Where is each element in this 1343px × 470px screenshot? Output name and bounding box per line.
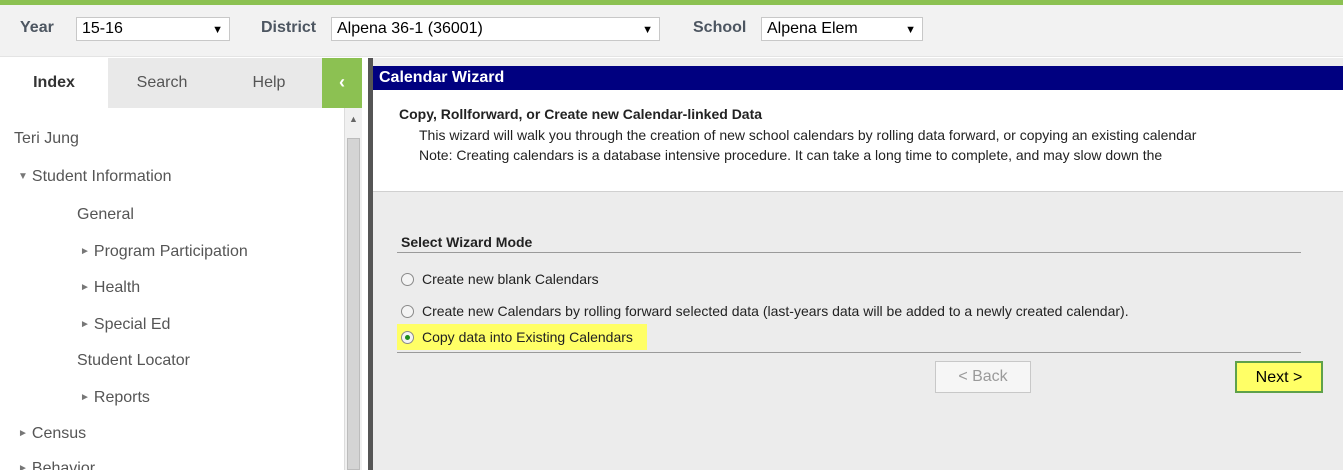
tree-item-health[interactable]: ► Health bbox=[80, 279, 140, 297]
tree-item-student-locator[interactable]: Student Locator bbox=[77, 352, 190, 370]
section-divider bbox=[397, 252, 1301, 253]
radio-button[interactable] bbox=[401, 305, 414, 318]
chevron-down-icon: ▼ bbox=[212, 24, 223, 36]
tab-index[interactable]: Index bbox=[0, 58, 108, 108]
tree-item-student-information[interactable]: ▼ Student Information bbox=[18, 168, 172, 186]
expanded-triangle-icon: ▼ bbox=[18, 171, 28, 182]
radio-button-selected[interactable] bbox=[401, 331, 414, 344]
tab-search[interactable]: Search bbox=[108, 58, 216, 108]
tree-item-reports[interactable]: ► Reports bbox=[80, 389, 150, 407]
tree-item-special-ed[interactable]: ► Special Ed bbox=[80, 316, 170, 334]
year-select[interactable]: 15-16 ▼ bbox=[76, 17, 230, 41]
sidebar-tabs: Index Search Help ‹ bbox=[0, 58, 362, 108]
tree-item-general[interactable]: General bbox=[77, 206, 134, 224]
collapsed-triangle-icon: ► bbox=[80, 246, 90, 257]
sidebar: Index Search Help ‹ Teri Jung ▼ Student I… bbox=[0, 58, 362, 470]
chevron-down-icon: ▼ bbox=[642, 24, 653, 36]
back-button[interactable]: < Back bbox=[935, 361, 1031, 393]
collapsed-triangle-icon: ► bbox=[80, 319, 90, 330]
wizard-info-box: Copy, Rollforward, or Create new Calenda… bbox=[373, 90, 1343, 192]
wizard-title-bar: Calendar Wizard bbox=[373, 66, 1343, 90]
wizard-note: Note: Creating calendars is a database i… bbox=[419, 147, 1163, 163]
next-button[interactable]: Next > bbox=[1235, 361, 1323, 393]
select-mode-title: Select Wizard Mode bbox=[401, 234, 533, 250]
scrollbar-thumb[interactable] bbox=[347, 138, 360, 470]
option-create-blank[interactable]: Create new blank Calendars bbox=[401, 266, 599, 292]
year-label: Year bbox=[20, 19, 54, 36]
tree-item-census[interactable]: ► Census bbox=[18, 425, 86, 443]
tree-item-behavior[interactable]: ► Behavior bbox=[18, 460, 95, 470]
tab-help[interactable]: Help bbox=[216, 58, 322, 108]
sidebar-scrollbar[interactable]: ▲ bbox=[344, 108, 362, 470]
option-rollforward[interactable]: Create new Calendars by rolling forward … bbox=[401, 298, 1129, 324]
tree-item-program-participation[interactable]: ► Program Participation bbox=[80, 243, 248, 261]
collapsed-triangle-icon: ► bbox=[80, 282, 90, 293]
section-divider bbox=[397, 352, 1301, 353]
collapse-sidebar-icon[interactable]: ‹ bbox=[322, 58, 362, 108]
scroll-up-icon[interactable]: ▲ bbox=[345, 114, 362, 124]
option-copy-existing[interactable]: Copy data into Existing Calendars bbox=[397, 324, 647, 350]
collapsed-triangle-icon: ► bbox=[18, 428, 28, 439]
school-select[interactable]: Alpena Elem ▼ bbox=[761, 17, 923, 41]
tree-item-user[interactable]: Teri Jung bbox=[14, 130, 79, 148]
navigation-tree: Teri Jung ▼ Student Information General ►… bbox=[0, 108, 344, 470]
collapsed-triangle-icon: ► bbox=[80, 392, 90, 403]
context-selector-bar: Year 15-16 ▼ District Alpena 36-1 (36001… bbox=[0, 5, 1343, 57]
wizard-description: This wizard will walk you through the cr… bbox=[419, 127, 1197, 143]
wizard-heading: Copy, Rollforward, or Create new Calenda… bbox=[399, 106, 763, 122]
wizard-panel: Calendar Wizard Copy, Rollforward, or Cr… bbox=[373, 58, 1343, 470]
chevron-down-icon: ▼ bbox=[905, 24, 916, 36]
district-label: District bbox=[261, 19, 317, 36]
radio-button[interactable] bbox=[401, 273, 414, 286]
school-label: School bbox=[693, 19, 747, 36]
district-select[interactable]: Alpena 36-1 (36001) ▼ bbox=[331, 17, 660, 41]
collapsed-triangle-icon: ► bbox=[18, 463, 28, 470]
